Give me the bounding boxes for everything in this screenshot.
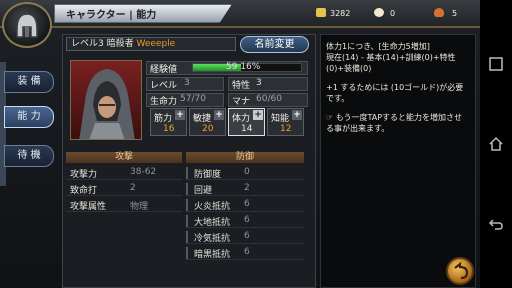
table-row: 回避 2: [186, 182, 304, 196]
potion-count: 5: [452, 9, 458, 18]
description-panel: 体力1につき、[生命力5増加] 現在(14) - 基本(14)+訓練(0)+特性…: [320, 34, 476, 288]
character-level-class: レベル3 暗殺者: [71, 39, 134, 49]
stat-agility[interactable]: 敏捷 + 20: [189, 108, 226, 136]
description-text: 体力1につき、[生命力5増加] 現在(14) - 基本(14)+訓練(0)+特性…: [326, 42, 456, 73]
home-icon[interactable]: [488, 136, 504, 152]
attack-value: 38-62: [130, 167, 157, 177]
gold-count: 3282: [330, 9, 351, 18]
nav-standby-button[interactable]: 待 機: [4, 145, 54, 167]
character-header: レベル3 暗殺者 Weeeple: [66, 37, 236, 51]
stat-value: 20: [202, 124, 214, 134]
character-name: Weeeple: [136, 39, 176, 49]
stat-value: 12: [280, 124, 292, 134]
defense-label: 回避: [194, 186, 213, 196]
nav-equipment-button[interactable]: 装 備: [4, 71, 54, 93]
helmet-icon[interactable]: [2, 2, 52, 48]
stat-value: 14: [241, 124, 253, 134]
gold-icon: [316, 8, 326, 17]
level-label: レベル: [150, 81, 178, 91]
mana-label: マナ: [232, 97, 251, 107]
attack-value: 2: [130, 183, 136, 193]
attack-label: 攻撃力: [70, 170, 98, 180]
defense-label: 大地抵抗: [194, 218, 231, 228]
mana-value: 60/60: [256, 94, 282, 104]
defense-label: 火炎抵抗: [194, 202, 231, 212]
stat-intelligence[interactable]: 知能 + 12: [267, 108, 304, 136]
table-row: 防御度 0: [186, 166, 304, 180]
row-divider: [186, 231, 188, 243]
table-row: 大地抵抗 6: [186, 214, 304, 228]
hp-label: 生命力: [150, 97, 178, 107]
plus-icon[interactable]: +: [175, 110, 185, 120]
nav-ability-button[interactable]: 能 力: [4, 106, 54, 128]
defense-value: 2: [244, 183, 250, 193]
description-hint: ☞ もう一度TAPすると能力を増加させる事が出来ます。: [326, 113, 463, 133]
square-icon[interactable]: [488, 56, 504, 72]
gem-count: 0: [390, 9, 396, 18]
stat-label: 筋力: [154, 114, 173, 124]
defense-header: 防御: [186, 152, 304, 163]
defense-value: 6: [244, 231, 250, 241]
table-row: 暗黒抵抗 6: [186, 246, 304, 260]
row-divider: [186, 183, 188, 195]
xp-value: 59 16%: [226, 62, 261, 72]
level-value: 3: [184, 78, 190, 88]
page-title: キャラクター | 能力: [66, 10, 157, 21]
plus-icon[interactable]: +: [214, 110, 224, 120]
defense-label: 暗黒抵抗: [194, 250, 231, 260]
table-row: 致命打 2: [66, 182, 182, 196]
game-screen: キャラクター | 能力 3282 0 5 装 備 能 力 待 機 レベル3 暗殺…: [0, 0, 480, 288]
plus-icon[interactable]: +: [292, 110, 302, 120]
trait-value: 3: [256, 78, 262, 88]
stat-strength[interactable]: 筋力 + 16: [150, 108, 187, 136]
attack-value: 物理: [130, 202, 149, 212]
plus-icon[interactable]: +: [253, 110, 263, 120]
table-row: 火炎抵抗 6: [186, 198, 304, 212]
attack-header: 攻撃: [66, 152, 182, 163]
table-row: 攻撃力 38-62: [66, 166, 182, 180]
stat-value: 16: [163, 124, 175, 134]
defense-value: 6: [244, 199, 250, 209]
defense-label: 防御度: [194, 170, 222, 180]
gem-icon: [374, 8, 384, 17]
android-back-icon[interactable]: [488, 216, 504, 232]
row-divider: [186, 167, 188, 179]
description-cost: +1 するためには (10ゴールド)が必要です。: [326, 83, 464, 103]
defense-value: 0: [244, 167, 250, 177]
stat-label: 知能: [271, 114, 290, 124]
character-portrait: [70, 60, 142, 140]
attack-label: 攻撃属性: [70, 202, 107, 212]
defense-value: 6: [244, 247, 250, 257]
stat-label: 敏捷: [193, 114, 212, 124]
row-divider: [186, 215, 188, 227]
stat-label: 体力: [232, 114, 251, 124]
top-bar: キャラクター | 能力 3282 0 5: [0, 0, 480, 28]
defense-value: 6: [244, 215, 250, 225]
rename-button[interactable]: 名前変更: [240, 36, 309, 53]
hp-value: 57/70: [180, 94, 206, 104]
defense-label: 冷気抵抗: [194, 234, 231, 244]
attack-label: 致命打: [70, 186, 98, 196]
trait-label: 特性: [232, 81, 251, 91]
potion-icon: [434, 8, 444, 17]
xp-label: 経験値: [150, 65, 178, 75]
back-icon[interactable]: [446, 257, 474, 285]
table-row: 冷気抵抗 6: [186, 230, 304, 244]
stat-stamina[interactable]: 体力 + 14: [228, 108, 265, 136]
table-row: 攻撃属性 物理: [66, 198, 182, 212]
row-divider: [186, 247, 188, 259]
system-nav-bar: [480, 0, 512, 288]
row-divider: [186, 199, 188, 211]
